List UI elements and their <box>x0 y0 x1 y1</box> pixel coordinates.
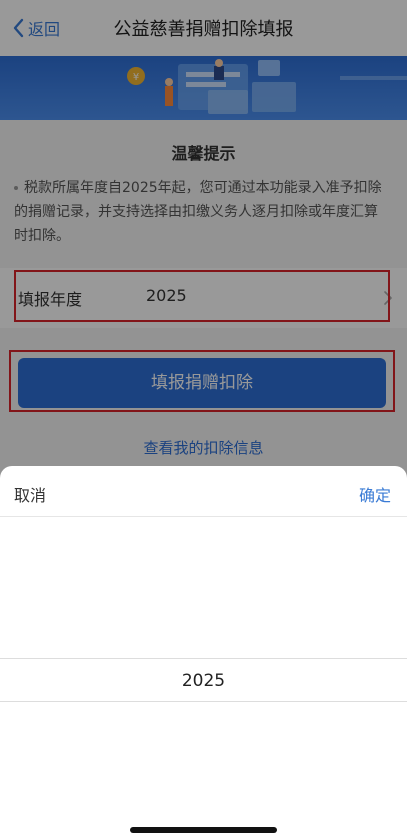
divider <box>0 516 407 517</box>
picker-selected-year[interactable]: 2025 <box>0 671 407 691</box>
year-picker-sheet: 取消 确定 2025 <box>0 466 407 839</box>
picker-cancel-button[interactable]: 取消 <box>14 482 46 506</box>
picker-confirm-button[interactable]: 确定 <box>359 482 391 506</box>
picker-selection-top-line <box>0 658 407 659</box>
picker-selection-bottom-line <box>0 701 407 702</box>
home-indicator <box>130 827 277 833</box>
